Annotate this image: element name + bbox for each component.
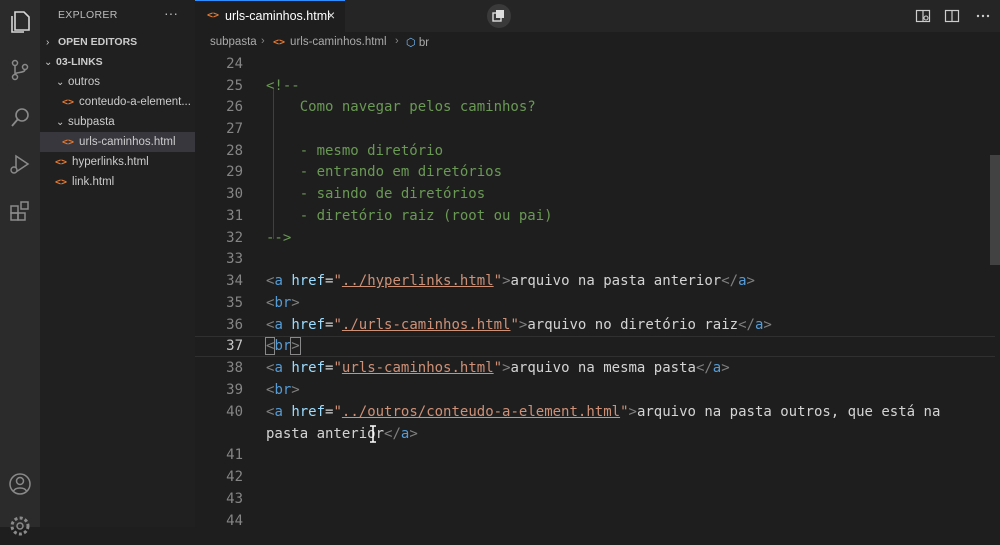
chevron-down-icon: ⌄ [56, 77, 65, 88]
html-file-icon: <> [62, 137, 75, 148]
code-line: Como navegar pelos caminhos? [266, 99, 536, 115]
code-line: <a href="./urls-caminhos.html">arquivo n… [266, 317, 772, 333]
code-line: - saindo de diretórios [266, 186, 486, 202]
html-file-icon: <> [62, 97, 75, 108]
search-icon[interactable] [6, 104, 34, 132]
code-line: <br> [264, 337, 301, 355]
vertical-scrollbar[interactable] [990, 155, 1000, 265]
copy-icon[interactable] [487, 4, 511, 28]
line-number: 30 [226, 186, 243, 202]
settings-icon[interactable] [6, 512, 34, 540]
source-control-icon[interactable] [6, 56, 34, 84]
line-number: 25 [226, 78, 243, 94]
close-icon[interactable]: × [327, 7, 335, 23]
open-preview-icon[interactable] [915, 8, 931, 24]
html-file-icon: <> [273, 37, 286, 48]
breadcrumb-file[interactable]: <> urls-caminhos.html [273, 36, 387, 48]
code-line: <br> [266, 295, 300, 311]
tree-file-hyperlinks[interactable]: <> hyperlinks.html [40, 152, 195, 172]
more-actions-icon[interactable]: ··· [164, 5, 178, 21]
split-editor-icon[interactable] [944, 8, 960, 24]
breadcrumb: subpasta › <> urls-caminhos.html › ⬡ br [195, 32, 1000, 54]
tree-file-conteudo[interactable]: <> conteudo-a-element... [40, 92, 195, 112]
text-cursor-icon [368, 424, 378, 444]
explorer-sidebar: EXPLORER ··· › OPEN EDITORS ⌄ 03-LINKS ⌄ ou… [40, 0, 195, 527]
breadcrumb-separator: › [261, 35, 265, 47]
line-number: 34 [226, 273, 243, 289]
html-file-icon: <> [207, 10, 220, 21]
tree-folder-outros[interactable]: ⌄ outros [40, 72, 195, 92]
symbol-element-icon: ⬡ [406, 37, 416, 49]
line-number: 35 [226, 295, 243, 311]
line-number: 26 [226, 99, 243, 115]
code-line: --> [266, 230, 292, 246]
code-editor[interactable]: 24 25 26 27 28 29 30 31 32 33 34 35 36 3… [195, 54, 1000, 529]
tab-label: urls-caminhos.html [225, 9, 330, 23]
run-debug-icon[interactable] [6, 150, 34, 178]
code-line: - mesmo diretório [266, 143, 444, 159]
line-number: 41 [226, 447, 243, 463]
files-icon[interactable] [6, 8, 34, 36]
line-number: 36 [226, 317, 243, 333]
line-number: 27 [226, 121, 243, 137]
breadcrumb-symbol[interactable]: ⬡ br [406, 36, 429, 49]
line-number: 38 [226, 360, 243, 376]
html-file-icon: <> [55, 157, 68, 168]
breadcrumb-folder[interactable]: subpasta [210, 36, 257, 48]
more-actions-icon[interactable] [975, 8, 991, 24]
line-number: 31 [226, 208, 243, 224]
chevron-down-icon: ⌄ [44, 57, 53, 68]
line-number: 33 [226, 251, 243, 267]
chevron-right-icon: › [46, 37, 50, 48]
line-number: 42 [226, 469, 243, 485]
code-line: - diretório raiz (root ou pai) [266, 208, 553, 224]
tree-file-urls-caminhos[interactable]: <> urls-caminhos.html [40, 132, 195, 152]
line-number: 37 [226, 338, 243, 354]
code-line: <a href="../outros/conteudo-a-element.ht… [266, 404, 941, 420]
account-icon[interactable] [6, 470, 34, 498]
code-line: <a href="../hyperlinks.html">arquivo na … [266, 273, 755, 289]
tree-file-link[interactable]: <> link.html [40, 172, 195, 192]
code-line: - entrando em diretórios [266, 164, 503, 180]
line-number: 39 [226, 382, 243, 398]
line-number: 28 [226, 143, 243, 159]
line-number: 29 [226, 164, 243, 180]
html-file-icon: <> [55, 177, 68, 188]
code-line: pasta anterior</a> [266, 426, 418, 442]
workspace-root[interactable]: ⌄ 03-LINKS [40, 52, 195, 72]
tab-urls-caminhos[interactable]: <> urls-caminhos.html × [195, 0, 345, 32]
chevron-down-icon: ⌄ [56, 117, 65, 128]
tree-folder-subpasta[interactable]: ⌄ subpasta [40, 112, 195, 132]
breadcrumb-separator: › [395, 35, 399, 47]
current-line-highlight [195, 336, 995, 357]
explorer-title: EXPLORER [58, 9, 118, 21]
code-line: <a href="urls-caminhos.html">arquivo na … [266, 360, 730, 376]
extensions-icon[interactable] [6, 197, 34, 225]
tab-bar: <> urls-caminhos.html × [195, 0, 1000, 32]
code-line: <!-- [266, 78, 300, 94]
line-number: 40 [226, 404, 243, 420]
open-editors-section[interactable]: › OPEN EDITORS [40, 32, 195, 52]
code-line: <br> [266, 382, 300, 398]
line-number: 24 [226, 56, 243, 72]
line-number: 43 [226, 491, 243, 507]
line-number: 32 [226, 230, 243, 246]
activity-bar [0, 0, 40, 536]
